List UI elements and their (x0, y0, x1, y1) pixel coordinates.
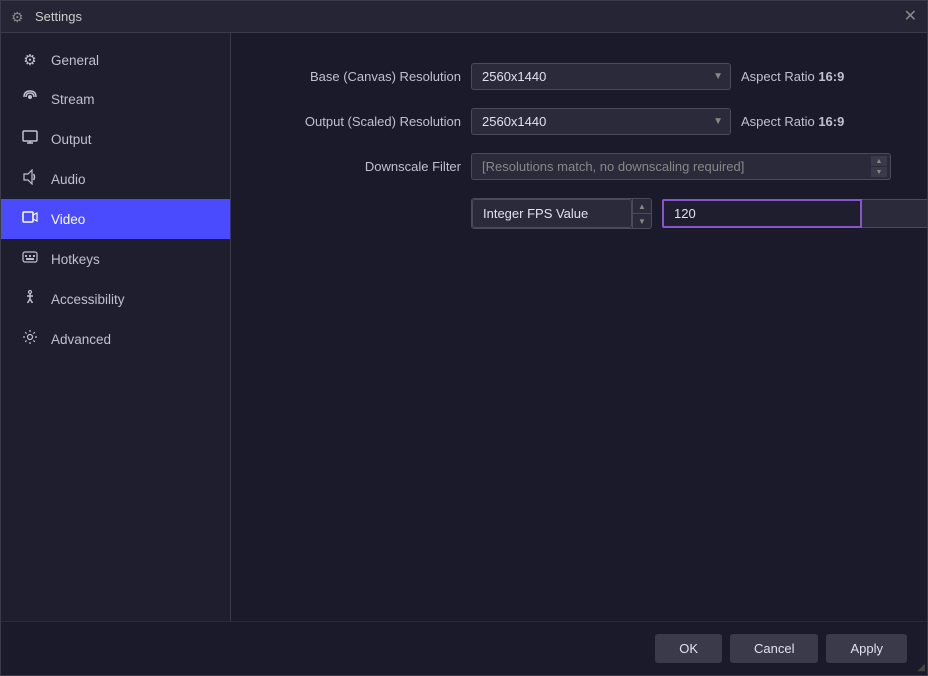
sidebar: ⚙ General Stream (1, 33, 231, 621)
output-resolution-select-wrapper: 2560x1440 ▼ (471, 108, 731, 135)
base-aspect-ratio-label: Aspect Ratio 16:9 (741, 69, 844, 84)
sidebar-item-video[interactable]: Video (1, 199, 230, 239)
ok-button[interactable]: OK (655, 634, 722, 663)
output-aspect-ratio-label: Aspect Ratio 16:9 (741, 114, 844, 129)
downscale-spinner-up[interactable]: ▲ (871, 156, 887, 166)
sidebar-item-output[interactable]: Output (1, 119, 230, 159)
resize-handle: ◢ (917, 662, 925, 673)
sidebar-label-audio: Audio (51, 172, 86, 187)
cancel-button[interactable]: Cancel (730, 634, 818, 663)
base-resolution-label: Base (Canvas) Resolution (261, 69, 461, 84)
apply-button[interactable]: Apply (826, 634, 907, 663)
output-resolution-label: Output (Scaled) Resolution (261, 114, 461, 129)
settings-window: ⚙ Settings ✕ ⚙ General Stream (0, 0, 928, 676)
output-resolution-row: Output (Scaled) Resolution 2560x1440 ▼ A… (261, 108, 927, 135)
sidebar-item-advanced[interactable]: Advanced (1, 319, 230, 359)
base-resolution-select-wrapper: 2560x1440 ▼ (471, 63, 731, 90)
sidebar-label-video: Video (51, 212, 85, 227)
fps-type-spinner-down[interactable]: ▼ (633, 213, 651, 228)
downscale-spinners: ▲ ▼ (871, 156, 887, 177)
fps-bar-rest: ▲ ▼ (862, 199, 927, 228)
sidebar-label-accessibility: Accessibility (51, 292, 125, 307)
sidebar-label-general: General (51, 53, 99, 68)
window-icon: ⚙ (11, 9, 27, 25)
audio-icon (21, 169, 39, 189)
downscale-filter-row: Downscale Filter [Resolutions match, no … (261, 153, 927, 180)
fps-type-label: Integer FPS Value (483, 206, 588, 221)
close-button[interactable]: ✕ (904, 9, 917, 25)
fps-type-select[interactable]: Integer FPS Value (472, 199, 632, 228)
base-resolution-row: Base (Canvas) Resolution 2560x1440 ▼ Asp… (261, 63, 927, 90)
gear-icon: ⚙ (21, 51, 39, 69)
window-title: Settings (35, 9, 82, 24)
downscale-filter-field: [Resolutions match, no downscaling requi… (471, 153, 891, 180)
main-content: Base (Canvas) Resolution 2560x1440 ▼ Asp… (231, 33, 927, 621)
base-resolution-select[interactable]: 2560x1440 (471, 63, 731, 90)
content-area: ⚙ General Stream (1, 33, 927, 621)
sidebar-label-hotkeys: Hotkeys (51, 252, 100, 267)
fps-type-spinner-up[interactable]: ▲ (633, 199, 651, 213)
downscale-spinner-down[interactable]: ▼ (871, 167, 887, 177)
form-area: Base (Canvas) Resolution 2560x1440 ▼ Asp… (261, 63, 927, 332)
sidebar-item-audio[interactable]: Audio (1, 159, 230, 199)
sidebar-item-accessibility[interactable]: Accessibility (1, 279, 230, 319)
accessibility-icon (21, 289, 39, 309)
fps-row: Integer FPS Value ▲ ▼ ▲ ▼ (261, 198, 927, 229)
bottom-bar: OK Cancel Apply ◢ (1, 621, 927, 675)
sidebar-label-advanced: Advanced (51, 332, 111, 347)
fps-value-input[interactable] (662, 199, 862, 228)
video-icon (21, 209, 39, 229)
output-icon (21, 129, 39, 149)
output-resolution-select[interactable]: 2560x1440 (471, 108, 731, 135)
sidebar-label-stream: Stream (51, 92, 95, 107)
sidebar-item-stream[interactable]: Stream (1, 79, 230, 119)
downscale-filter-wrapper: [Resolutions match, no downscaling requi… (471, 153, 891, 180)
hotkeys-icon (21, 249, 39, 269)
advanced-icon (21, 329, 39, 349)
sidebar-label-output: Output (51, 132, 92, 147)
downscale-filter-label: Downscale Filter (261, 159, 461, 174)
sidebar-item-general[interactable]: ⚙ General (1, 41, 230, 79)
stream-icon (21, 89, 39, 109)
sidebar-item-hotkeys[interactable]: Hotkeys (1, 239, 230, 279)
title-bar: ⚙ Settings ✕ (1, 1, 927, 33)
